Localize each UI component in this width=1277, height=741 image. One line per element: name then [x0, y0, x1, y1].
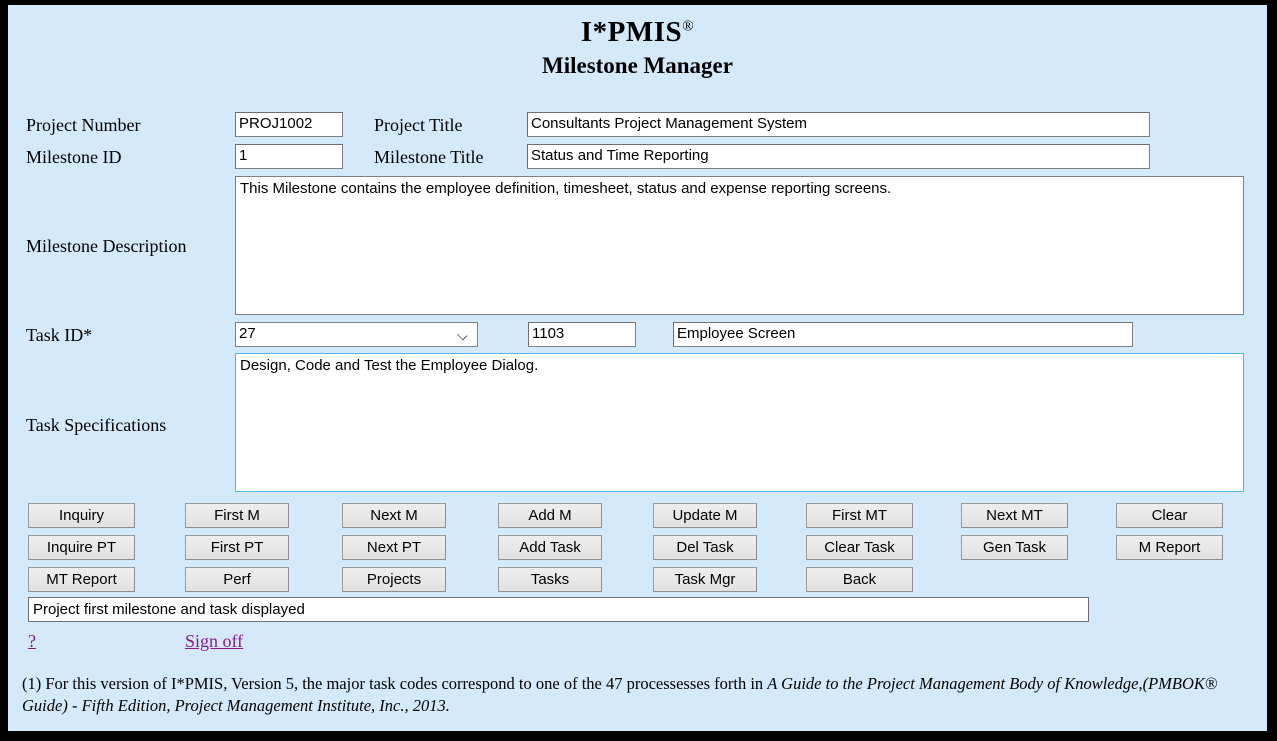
button-inquire-pt[interactable]: Inquire PT [28, 535, 135, 560]
task-specifications-textarea[interactable]: Design, Code and Test the Employee Dialo… [235, 353, 1244, 492]
button-inquiry[interactable]: Inquiry [28, 503, 135, 528]
task-id-select[interactable]: 27 [235, 322, 478, 347]
project-number-label: Project Number [26, 115, 140, 136]
footnote-part1: (1) For this version of I*PMIS, Version … [22, 674, 767, 693]
registered-mark: ® [682, 18, 694, 34]
project-title-label: Project Title [374, 115, 463, 136]
button-first-pt[interactable]: First PT [185, 535, 289, 560]
milestone-id-label: Milestone ID [26, 147, 121, 168]
task-id-selected-value: 27 [239, 325, 256, 342]
task-specifications-label: Task Specifications [26, 415, 166, 436]
button-add-m[interactable]: Add M [498, 503, 602, 528]
button-clear-task[interactable]: Clear Task [806, 535, 913, 560]
milestone-title-label: Milestone Title [374, 147, 484, 168]
button-gen-task[interactable]: Gen Task [961, 535, 1068, 560]
button-tasks[interactable]: Tasks [498, 567, 602, 592]
task-name-input[interactable]: Employee Screen [673, 322, 1133, 347]
button-next-m[interactable]: Next M [342, 503, 446, 528]
page-title: Milestone Manager [8, 53, 1267, 79]
button-first-mt[interactable]: First MT [806, 503, 913, 528]
button-mt-report[interactable]: MT Report [28, 567, 135, 592]
help-link[interactable]: ? [28, 631, 36, 652]
chevron-down-icon [458, 332, 470, 339]
button-back[interactable]: Back [806, 567, 913, 592]
button-projects[interactable]: Projects [342, 567, 446, 592]
page-header: I*PMIS® Milestone Manager [8, 5, 1267, 79]
button-task-mgr[interactable]: Task Mgr [653, 567, 757, 592]
sign-off-link[interactable]: Sign off [185, 631, 243, 652]
button-perf[interactable]: Perf [185, 567, 289, 592]
project-title-input[interactable]: Consultants Project Management System [527, 112, 1150, 137]
task-code-input[interactable]: 1103 [528, 322, 636, 347]
task-id-label: Task ID* [26, 325, 92, 346]
milestone-description-textarea[interactable]: This Milestone contains the employee def… [235, 176, 1244, 315]
app-title-text: I*PMIS [581, 16, 682, 48]
button-update-m[interactable]: Update M [653, 503, 757, 528]
milestone-id-input[interactable]: 1 [235, 144, 343, 169]
button-add-task[interactable]: Add Task [498, 535, 602, 560]
button-del-task[interactable]: Del Task [653, 535, 757, 560]
application-page: I*PMIS® Milestone Manager Project Number… [8, 5, 1267, 731]
button-first-m[interactable]: First M [185, 503, 289, 528]
project-number-input[interactable]: PROJ1002 [235, 112, 343, 137]
button-m-report[interactable]: M Report [1116, 535, 1223, 560]
milestone-title-input[interactable]: Status and Time Reporting [527, 144, 1150, 169]
milestone-description-label: Milestone Description [26, 236, 186, 257]
button-next-mt[interactable]: Next MT [961, 503, 1068, 528]
status-message-field[interactable]: Project first milestone and task display… [28, 597, 1089, 622]
button-clear[interactable]: Clear [1116, 503, 1223, 528]
footnote: (1) For this version of I*PMIS, Version … [22, 673, 1247, 717]
button-next-pt[interactable]: Next PT [342, 535, 446, 560]
app-title: I*PMIS® [8, 17, 1267, 47]
